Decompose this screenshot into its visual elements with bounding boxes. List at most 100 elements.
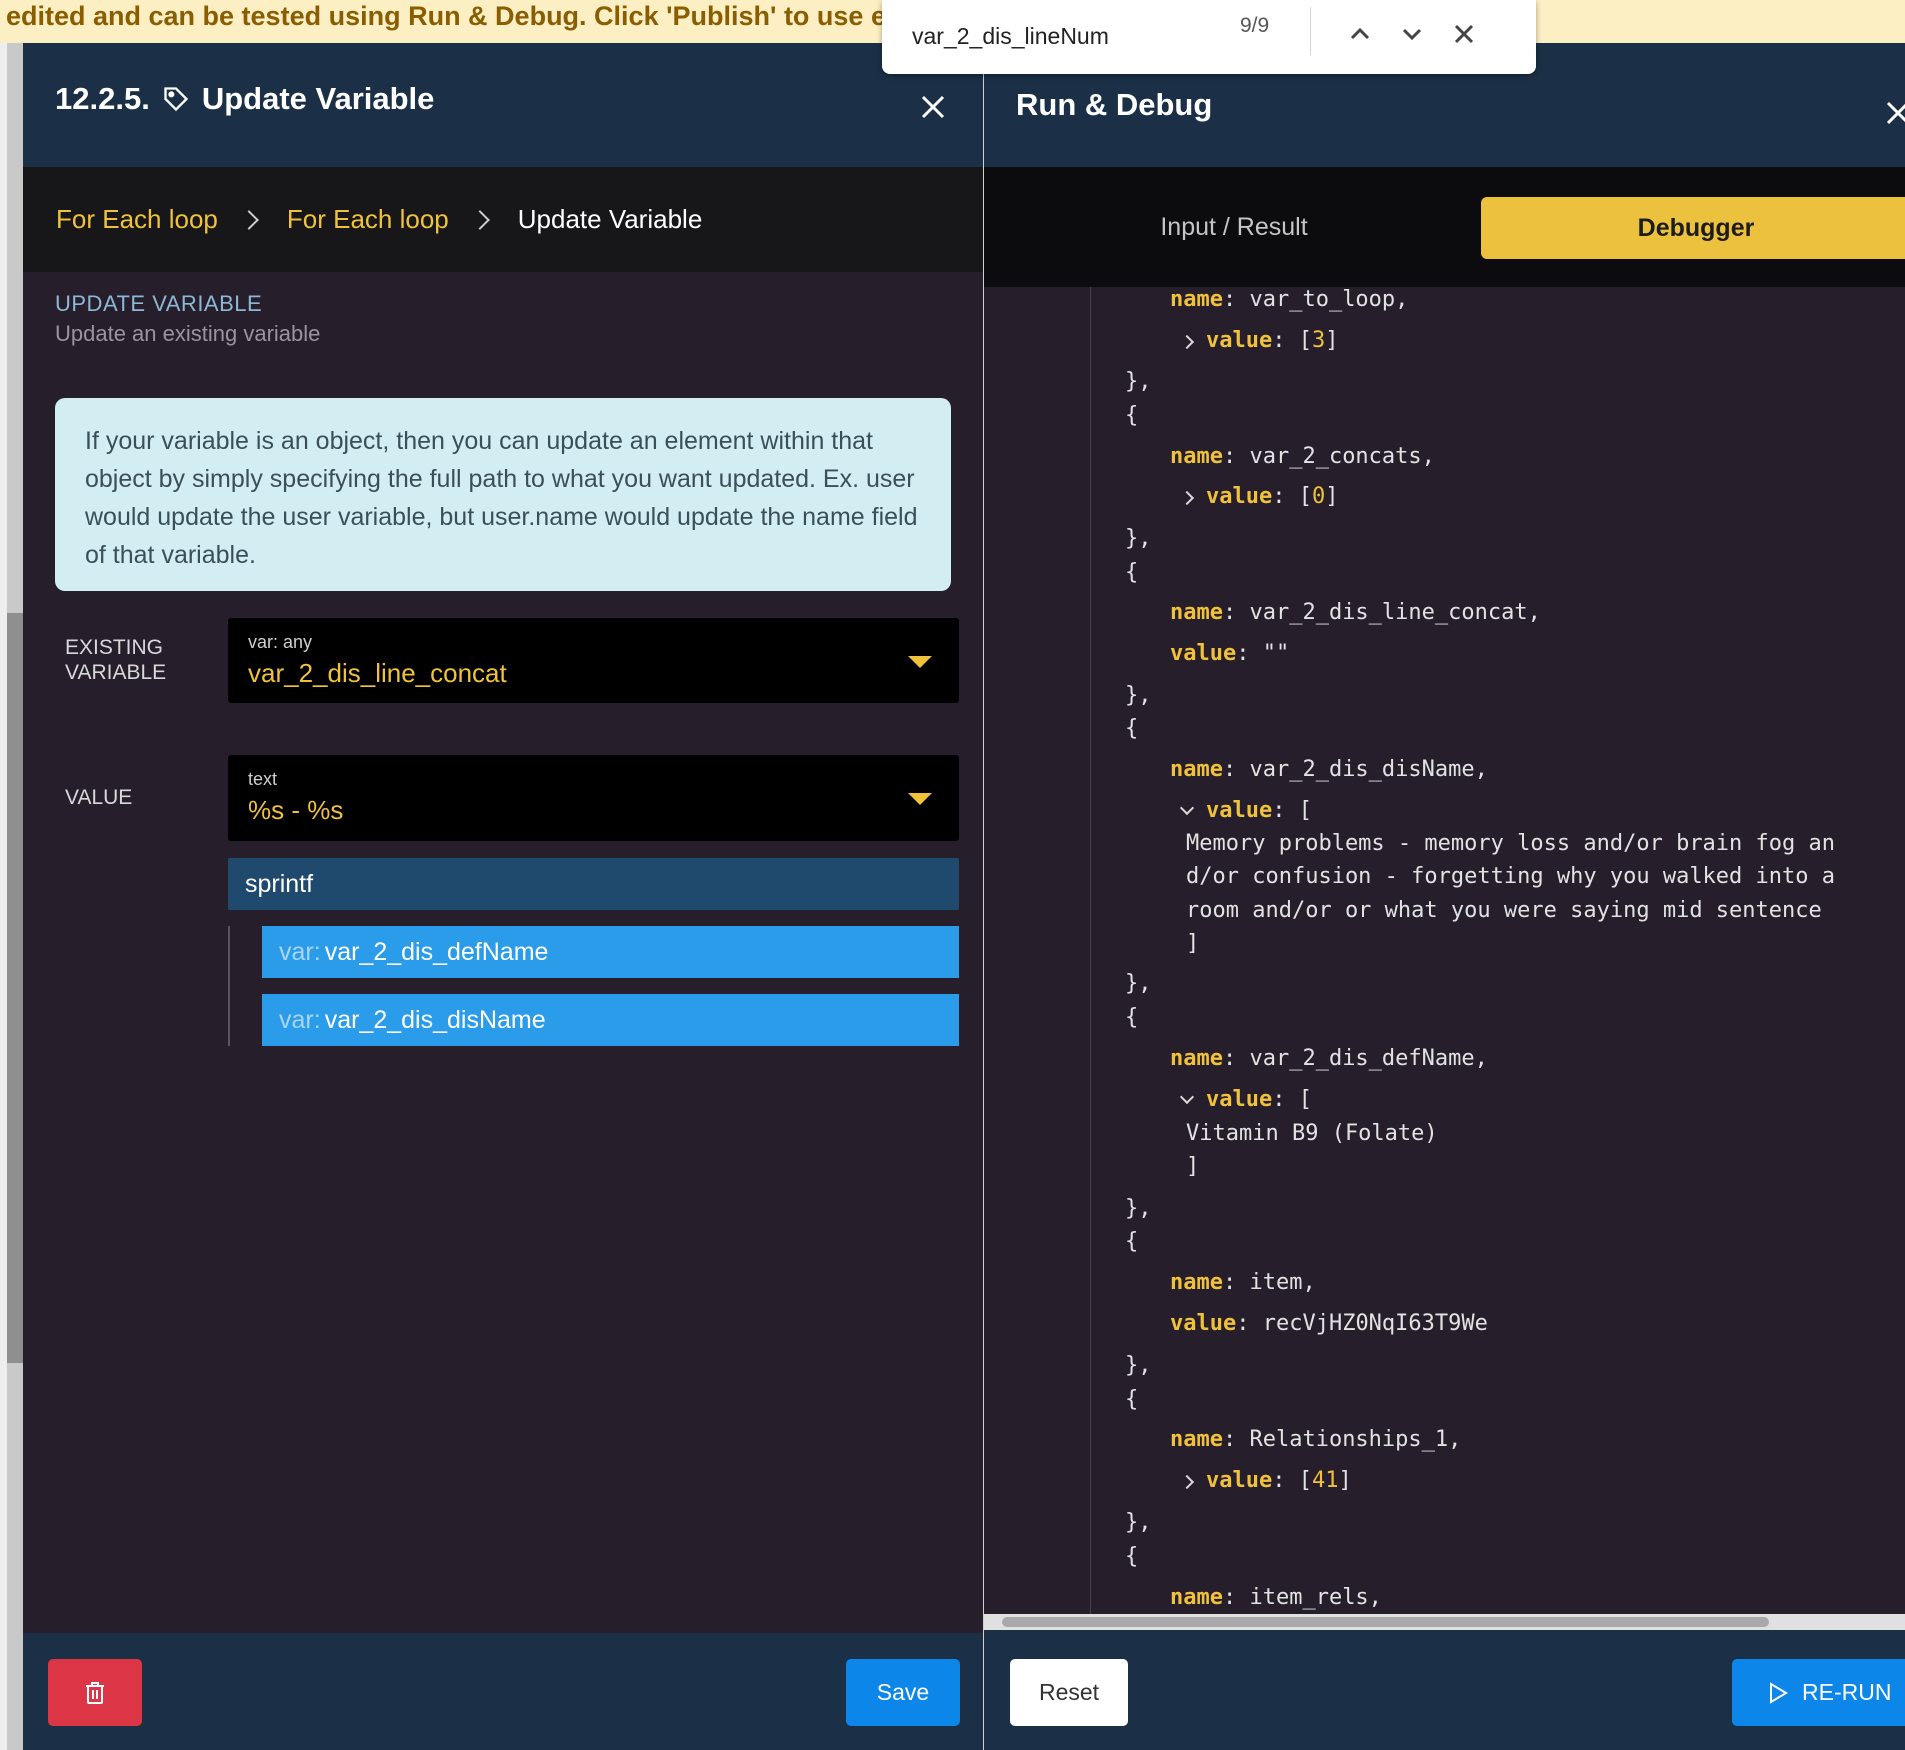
breadcrumb-link[interactable]: For Each loop xyxy=(56,204,218,235)
panel-header: 12.2.5. Update Variable xyxy=(23,43,983,167)
code-text: Vitamin B9 (Folate) xyxy=(1186,1121,1438,1146)
trash-icon xyxy=(86,1681,104,1704)
code-text: { xyxy=(1125,1005,1139,1030)
code-text: Memory problems - memory loss and/or bra… xyxy=(1186,831,1836,856)
run-debug-panel: Run & Debug Input / Result Debugger name… xyxy=(984,43,1905,1750)
code-text: ] xyxy=(1325,484,1339,509)
delete-button[interactable] xyxy=(48,1659,142,1726)
code-line: { xyxy=(1125,1387,1138,1412)
find-bar: 9/9 xyxy=(882,0,1536,74)
caret-down-icon xyxy=(908,656,932,668)
rerun-button[interactable]: RE-RUN xyxy=(1732,1659,1905,1726)
code-text: ] xyxy=(1325,328,1339,353)
code-line[interactable]: value: [ xyxy=(1179,1087,1312,1112)
code-text: { xyxy=(1125,1229,1139,1254)
code-text: }, xyxy=(1125,1510,1152,1535)
code-key: value xyxy=(1170,641,1237,666)
code-line[interactable]: value: [3] xyxy=(1179,328,1339,353)
play-icon xyxy=(1770,1681,1788,1704)
code-text: d/or confusion - forgetting why you walk… xyxy=(1186,864,1836,889)
code-key: name xyxy=(1170,444,1223,469)
code-key: name xyxy=(1170,757,1223,782)
code-line: value: recVjHZ0NqI63T9We xyxy=(1170,1311,1488,1336)
code-text: room and/or or what you were saying mid … xyxy=(1186,898,1822,923)
horizontal-scrollbar[interactable] xyxy=(984,1614,1905,1630)
arg-prefix: var: xyxy=(279,938,321,966)
args-connector xyxy=(228,926,230,1046)
value-select[interactable]: text %s - %s xyxy=(228,755,959,841)
debugger-code-view[interactable]: name: var_to_loop, value: [3]},{name: var… xyxy=(984,287,1905,1614)
code-line: name: item_rels, xyxy=(1170,1585,1382,1610)
find-input[interactable] xyxy=(912,14,1212,58)
save-button[interactable]: Save xyxy=(846,1659,960,1726)
background-app-strip xyxy=(0,43,23,1750)
code-line[interactable]: value: [ xyxy=(1179,798,1312,823)
code-text: : [ xyxy=(1272,328,1312,353)
section-title: UPDATE VARIABLE xyxy=(55,291,263,316)
existing-variable-select[interactable]: var: any var_2_dis_line_concat xyxy=(228,618,959,703)
breadcrumb: For Each loop For Each loop Update Varia… xyxy=(23,167,983,272)
arg-name: var_2_dis_disName xyxy=(324,1006,546,1034)
code-line: Memory problems - memory loss and/or bra… xyxy=(1186,831,1835,856)
chevron-right-icon[interactable] xyxy=(1179,1474,1195,1490)
find-divider xyxy=(1310,7,1311,55)
code-text: { xyxy=(1125,1387,1139,1412)
chevron-right-icon[interactable] xyxy=(1179,490,1195,506)
code-text: { xyxy=(1125,560,1139,585)
code-text: : [ xyxy=(1272,1468,1312,1493)
chevron-right-icon xyxy=(238,209,259,230)
rerun-label: RE-RUN xyxy=(1802,1679,1892,1705)
chevron-down-icon[interactable] xyxy=(1179,1089,1195,1105)
info-box: If your variable is an object, then you … xyxy=(55,398,951,591)
code-line: }, xyxy=(1125,1353,1152,1378)
panel-title: 12.2.5. Update Variable xyxy=(55,81,434,117)
variable-type: var: any xyxy=(248,632,313,652)
breadcrumb-link[interactable]: For Each loop xyxy=(287,204,449,235)
code-line: name: var_to_loop, xyxy=(1170,287,1408,312)
code-text: { xyxy=(1125,403,1139,428)
code-line: { xyxy=(1125,1005,1138,1030)
tab-input-result[interactable]: Input / Result xyxy=(984,167,1484,287)
chevron-down-icon[interactable] xyxy=(1392,14,1432,54)
code-text: : var_2_concats, xyxy=(1222,444,1435,469)
code-text: }, xyxy=(1125,971,1152,996)
scrollbar-thumb[interactable] xyxy=(1002,1617,1769,1627)
chevron-down-icon[interactable] xyxy=(1179,800,1195,816)
code-text: : item_rels, xyxy=(1222,1585,1382,1610)
code-line: { xyxy=(1125,403,1138,428)
code-line: value: "" xyxy=(1170,641,1289,666)
filter-arg[interactable]: var: var_2_dis_disName xyxy=(262,994,959,1046)
step-number: 12.2.5. xyxy=(55,81,150,116)
code-text: }, xyxy=(1125,526,1152,551)
code-text: 41 xyxy=(1311,1468,1339,1493)
filter-sprintf[interactable]: sprintf xyxy=(228,858,959,910)
code-line: name: var_2_dis_defName, xyxy=(1170,1046,1488,1071)
label-line: VARIABLE xyxy=(65,661,167,684)
code-text: 0 xyxy=(1311,484,1326,509)
code-key: value xyxy=(1206,484,1273,509)
code-line: { xyxy=(1125,1544,1138,1569)
code-line: name: item, xyxy=(1170,1270,1316,1295)
close-icon[interactable] xyxy=(913,87,953,127)
code-text: }, xyxy=(1125,369,1152,394)
reset-button[interactable]: Reset xyxy=(1010,1659,1128,1726)
update-variable-panel: 12.2.5. Update Variable For Each loop Fo… xyxy=(23,43,983,1750)
code-line: }, xyxy=(1125,1510,1152,1535)
close-icon[interactable] xyxy=(1444,14,1484,54)
close-icon[interactable] xyxy=(1878,93,1905,133)
tab-debugger[interactable]: Debugger xyxy=(1481,197,1905,259)
code-line[interactable]: value: [41] xyxy=(1179,1468,1352,1493)
code-line[interactable]: value: [0] xyxy=(1179,484,1339,509)
code-key: name xyxy=(1170,1427,1223,1452)
background-scrollbar xyxy=(7,613,23,1363)
filter-arg[interactable]: var: var_2_dis_defName xyxy=(262,926,959,978)
chevron-up-icon[interactable] xyxy=(1340,14,1380,54)
section-subtitle: Update an existing variable xyxy=(55,321,321,346)
breadcrumb-current: Update Variable xyxy=(517,204,703,234)
code-text: }, xyxy=(1125,1196,1152,1221)
chevron-right-icon[interactable] xyxy=(1179,334,1195,350)
value-label: VALUE xyxy=(65,786,133,809)
panel-footer: Save xyxy=(23,1633,983,1750)
code-line: { xyxy=(1125,1229,1138,1254)
code-text: : var_2_dis_disName, xyxy=(1222,757,1488,782)
